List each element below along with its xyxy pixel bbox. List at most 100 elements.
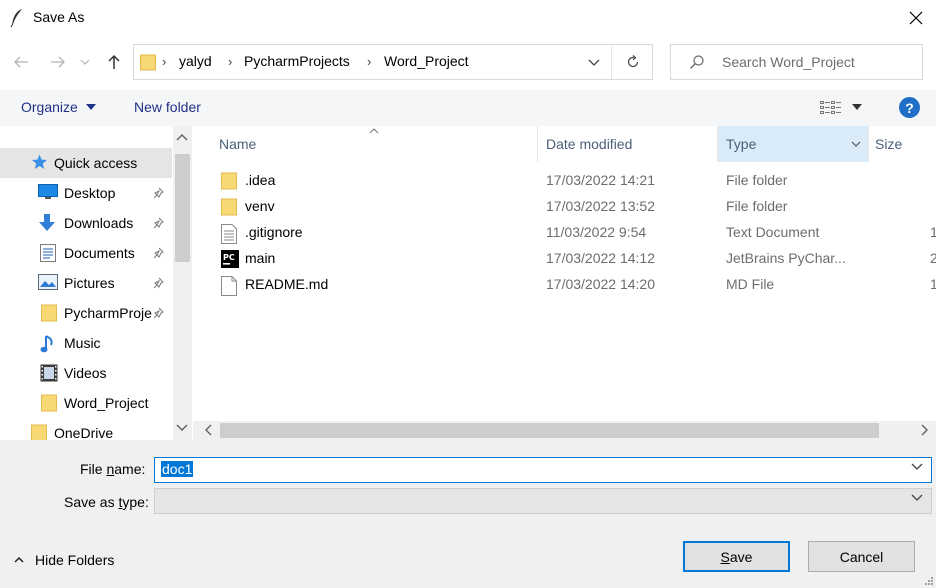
nav-item-videos[interactable]: Videos bbox=[0, 358, 172, 388]
file-row[interactable]: .idea 17/03/2022 14:21 File folder bbox=[193, 168, 936, 194]
resize-grip-icon[interactable] bbox=[924, 576, 934, 586]
save-button-accesskey: S bbox=[720, 548, 730, 565]
pin-icon[interactable] bbox=[153, 306, 165, 322]
nav-item-pycharmprojects[interactable]: PycharmProjects bbox=[0, 298, 172, 328]
search-input[interactable]: Search Word_Project bbox=[722, 54, 855, 70]
nav-item-word-project[interactable]: Word_Project bbox=[0, 388, 172, 418]
scroll-left-icon[interactable] bbox=[204, 424, 212, 436]
scroll-up-icon[interactable] bbox=[176, 133, 188, 141]
search-box[interactable]: Search Word_Project bbox=[670, 44, 923, 80]
scroll-right-icon[interactable] bbox=[921, 424, 929, 436]
hide-folders-button[interactable]: Hide Folders bbox=[35, 552, 114, 568]
caret-down-icon bbox=[86, 104, 96, 110]
nav-scrollbar-thumb[interactable] bbox=[175, 154, 190, 262]
nav-item-desktop[interactable]: Desktop bbox=[0, 178, 172, 208]
back-button[interactable] bbox=[9, 50, 33, 74]
chevron-down-icon[interactable] bbox=[911, 494, 923, 501]
recent-locations-button[interactable] bbox=[78, 50, 92, 74]
nav-item-label: Desktop bbox=[64, 185, 116, 201]
nav-item-music[interactable]: Music bbox=[0, 328, 172, 358]
horizontal-scrollbar[interactable] bbox=[193, 421, 936, 440]
nav-item-pictures[interactable]: Pictures bbox=[0, 268, 172, 298]
file-type: MD File bbox=[726, 276, 775, 292]
nav-item-label: Music bbox=[64, 335, 101, 351]
divider bbox=[611, 45, 612, 79]
save-as-type-label-text: ype: bbox=[122, 494, 149, 510]
pin-icon[interactable] bbox=[153, 216, 165, 232]
folder-icon bbox=[31, 424, 47, 440]
pin-icon[interactable] bbox=[153, 276, 165, 292]
horizontal-scrollbar-thumb[interactable] bbox=[220, 423, 879, 438]
search-icon bbox=[690, 55, 704, 69]
documents-icon bbox=[40, 244, 56, 265]
column-header-date-label: Date modified bbox=[546, 136, 633, 152]
file-list: Name Date modified Type Size .idea 17/03/… bbox=[193, 126, 936, 440]
file-row[interactable]: .gitignore 11/03/2022 9:54 Text Document 1 bbox=[193, 220, 936, 246]
cancel-button[interactable]: Cancel bbox=[808, 541, 915, 572]
file-row[interactable]: venv 17/03/2022 13:52 File folder bbox=[193, 194, 936, 220]
file-name: README.md bbox=[245, 276, 329, 292]
file-name: main bbox=[245, 250, 276, 266]
address-bar[interactable]: › yalyd › PycharmProjects › Word_Project bbox=[133, 44, 653, 80]
breadcrumb-pycharmprojects[interactable]: PycharmProjects bbox=[244, 53, 350, 69]
file-row[interactable]: README.md 17/03/2022 14:20 MD File 1 bbox=[193, 272, 936, 298]
arrow-up-icon bbox=[108, 54, 120, 69]
file-type: JetBrains PyChar... bbox=[726, 250, 846, 266]
column-header-name-label: Name bbox=[219, 136, 257, 152]
save-button-label: ave bbox=[729, 548, 753, 565]
command-bar: Organize New folder ? bbox=[0, 90, 936, 126]
file-type: Text Document bbox=[726, 224, 820, 240]
folder-icon bbox=[140, 54, 156, 71]
nav-item-documents[interactable]: Documents bbox=[0, 238, 172, 268]
breadcrumb-yalyd[interactable]: yalyd bbox=[179, 53, 212, 69]
save-options-panel: File name: doc1 Save as type: Hide Folde… bbox=[0, 440, 936, 588]
refresh-button[interactable] bbox=[616, 51, 650, 73]
svg-text:PC: PC bbox=[223, 253, 235, 262]
chevron-up-icon[interactable] bbox=[14, 556, 24, 563]
file-name-label: File name: bbox=[80, 461, 145, 477]
nav-item-quick-access[interactable]: Quick access bbox=[0, 148, 172, 178]
nav-item-label: PycharmProjects bbox=[64, 305, 152, 321]
chevron-down-icon[interactable] bbox=[911, 463, 923, 470]
help-button[interactable]: ? bbox=[899, 97, 920, 118]
file-name-value[interactable]: doc1 bbox=[161, 461, 194, 477]
breadcrumb-separator: › bbox=[162, 54, 167, 69]
caret-down-icon[interactable] bbox=[852, 104, 862, 110]
up-button[interactable] bbox=[102, 50, 126, 74]
file-name: .idea bbox=[245, 172, 276, 188]
file-size: 2 bbox=[930, 250, 936, 266]
title-bar: Save As bbox=[0, 0, 936, 36]
save-as-type-label: Save as type: bbox=[64, 494, 149, 510]
breadcrumb-word-project[interactable]: Word_Project bbox=[384, 53, 469, 69]
save-button[interactable]: Save bbox=[683, 541, 790, 572]
nav-item-label: Quick access bbox=[54, 155, 138, 171]
column-header-date[interactable]: Date modified bbox=[538, 126, 717, 162]
chevron-down-icon[interactable] bbox=[851, 141, 861, 147]
new-folder-button[interactable]: New folder bbox=[134, 99, 201, 115]
file-size: 1 bbox=[930, 276, 936, 292]
forward-button[interactable] bbox=[46, 50, 70, 74]
file-name-field[interactable]: doc1 bbox=[154, 457, 932, 483]
file-type: File folder bbox=[726, 198, 788, 214]
organize-button[interactable]: Organize bbox=[21, 99, 78, 115]
folder-icon bbox=[41, 394, 57, 415]
address-dropdown-button[interactable] bbox=[582, 52, 606, 72]
column-header-type-label: Type bbox=[726, 136, 757, 152]
scroll-down-icon[interactable] bbox=[176, 424, 188, 432]
save-as-type-label-text: Save as bbox=[64, 494, 119, 510]
breadcrumb-separator: › bbox=[228, 54, 233, 69]
text-file-icon bbox=[221, 224, 237, 247]
question-mark-icon: ? bbox=[905, 99, 914, 116]
column-header-size[interactable]: Size bbox=[869, 126, 936, 162]
feather-icon bbox=[10, 9, 22, 28]
pin-icon[interactable] bbox=[153, 186, 165, 202]
close-button[interactable] bbox=[896, 4, 936, 32]
nav-item-downloads[interactable]: Downloads bbox=[0, 208, 172, 238]
save-as-type-select[interactable] bbox=[154, 488, 932, 514]
view-details-icon[interactable] bbox=[820, 100, 842, 116]
column-header-type[interactable]: Type bbox=[718, 126, 868, 162]
column-header-name[interactable]: Name bbox=[193, 126, 537, 162]
nav-item-onedrive[interactable]: OneDrive bbox=[0, 418, 172, 440]
pin-icon[interactable] bbox=[153, 246, 165, 262]
file-row[interactable]: PC main 17/03/2022 14:12 JetBrains PyChar..… bbox=[193, 246, 936, 272]
